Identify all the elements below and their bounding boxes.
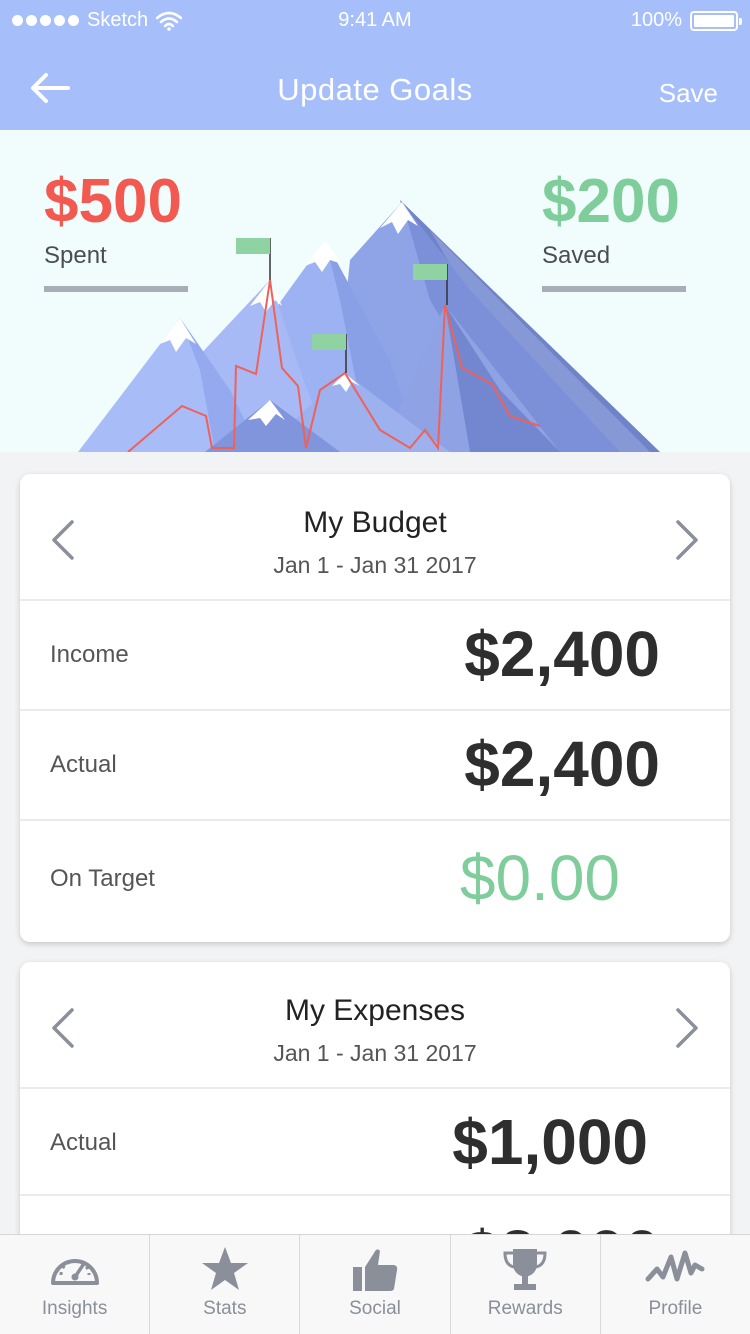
tab-profile[interactable]: Profile [601,1235,750,1334]
budget-row-income: Income $2,400 [20,601,730,711]
expenses-row-actual: Actual $1,000 [20,1089,730,1196]
row-label: Income [50,641,129,668]
budget-date-range: Jan 1 - Jan 31 2017 [273,552,477,578]
tab-label: Insights [41,1298,108,1319]
row-value: $1,000 [452,1106,648,1178]
tab-insights[interactable]: Insights [0,1235,151,1334]
tab-label: Social [349,1298,401,1319]
thumbs-up-icon [353,1249,398,1291]
expenses-card-title: My Expenses [284,994,466,1027]
tab-label: Rewards [487,1298,563,1319]
budget-card: My Budget Jan 1 - Jan 31 2017 Income $2,… [20,474,730,942]
budget-row-actual: Actual $2,400 [20,711,730,821]
spent-amount: $500 [44,167,182,236]
next-period-button[interactable] [668,1006,704,1050]
tab-label: Stats [203,1298,247,1319]
chevron-right-icon [676,520,698,560]
next-period-button[interactable] [668,518,704,562]
page-title: Update Goals [277,72,473,107]
battery-icon [690,10,742,31]
row-value: $2,400 [464,728,660,800]
budget-card-title: My Budget [303,506,447,539]
expenses-card-header: My Expenses Jan 1 - Jan 31 2017 [20,962,730,1089]
saved-underline [542,286,686,292]
battery-percentage: 100% [630,9,682,31]
saved-label: Saved [542,242,611,269]
row-value: $0.00 [459,842,620,914]
tab-stats[interactable]: Stats [150,1235,301,1334]
tab-bar: Insights Stats Social Rewards Profile [0,1234,750,1334]
trophy-icon [503,1249,547,1290]
budget-row-on-target: On Target $0.00 [20,821,730,942]
tab-rewards[interactable]: Rewards [451,1235,601,1334]
row-value: $2,400 [464,618,660,690]
row-label: Actual [50,1129,117,1156]
spent-label: Spent [44,242,107,269]
activity-wave-icon [645,1250,705,1282]
status-bar: Sketch 9:41 AM 100% [0,0,750,42]
save-button[interactable]: Save [659,78,718,109]
tab-label: Profile [648,1298,703,1319]
row-label: Actual [50,751,117,778]
row-label: On Target [50,865,155,892]
tab-social[interactable]: Social [300,1235,451,1334]
chevron-right-icon [676,1008,698,1048]
saved-amount: $200 [542,167,680,236]
star-icon [201,1247,248,1290]
expenses-date-range: Jan 1 - Jan 31 2017 [273,1040,477,1066]
speedometer-icon [50,1259,99,1285]
budget-card-header: My Budget Jan 1 - Jan 31 2017 [20,474,730,601]
goals-hero: $500 Spent $200 Saved [0,130,750,452]
status-right: 100% [630,9,742,32]
navigation-bar: Update Goals Save [0,42,750,130]
spent-underline [44,286,188,292]
